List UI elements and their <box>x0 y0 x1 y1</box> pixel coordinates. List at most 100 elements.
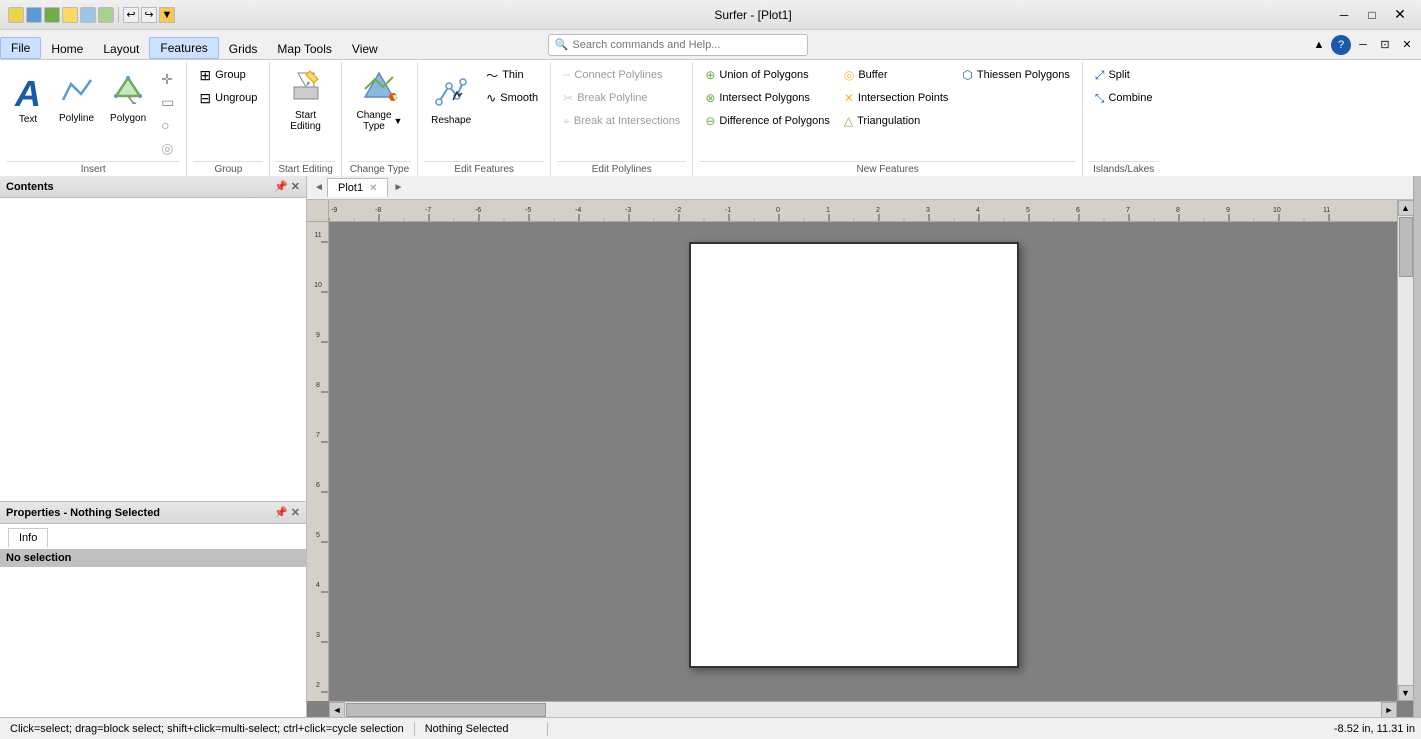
combine-label: Combine <box>1108 92 1152 104</box>
start-editing-button[interactable]: Start Editing <box>283 64 329 136</box>
thin-icon: 〜 <box>486 67 498 84</box>
tab-nav-left[interactable]: ◄ <box>311 176 327 199</box>
reshape-button[interactable]: Reshape <box>424 64 478 136</box>
insert-circle2-button[interactable]: ◎ <box>155 137 180 159</box>
toolbar-icon-1[interactable] <box>8 7 24 23</box>
intersection-points-button[interactable]: ✕ Intersection Points <box>838 87 955 109</box>
menu-maptools[interactable]: Map Tools <box>267 39 341 59</box>
scroll-up-button[interactable]: ▲ <box>1398 200 1414 216</box>
ribbon-group-group: ⊞ Group ⊟ Ungroup Group <box>187 62 270 177</box>
tab-nav-right[interactable]: ► <box>390 176 406 199</box>
insert-circle-button[interactable]: ○ <box>155 114 180 136</box>
menu-grids[interactable]: Grids <box>219 39 268 59</box>
redo-button[interactable]: ↪ <box>141 7 157 23</box>
minimize-button[interactable]: ─ <box>1331 5 1357 25</box>
toolbar-icon-3[interactable] <box>44 7 60 23</box>
toolbar-icon-6[interactable] <box>98 7 114 23</box>
connect-polylines-button[interactable]: ╌ Connect Polylines <box>557 64 686 86</box>
toolbar-icon-4[interactable] <box>62 7 78 23</box>
scroll-h-track[interactable] <box>345 702 1381 718</box>
svg-text:-3: -3 <box>625 207 631 214</box>
menu-home[interactable]: Home <box>41 39 93 59</box>
properties-close-icon[interactable]: ✕ <box>291 506 300 519</box>
insert-text-label: Text <box>19 114 37 125</box>
search-bar[interactable]: 🔍 <box>548 34 808 56</box>
contents-pin-icon[interactable]: 📌 <box>274 180 288 193</box>
group-button[interactable]: ⊞ Group <box>193 64 263 86</box>
connect-icon: ╌ <box>563 68 570 82</box>
scroll-down-button[interactable]: ▼ <box>1398 685 1414 701</box>
properties-panel: Properties - Nothing Selected 📌 ✕ Info N… <box>0 501 306 717</box>
insert-polyline-button[interactable]: Polyline <box>52 64 101 136</box>
ribbon-group-islandslakes: ⤢ Split ⤡ Combine Islands/Lakes <box>1083 62 1165 177</box>
svg-text:11: 11 <box>314 232 321 239</box>
islandslakes-col: ⤢ Split ⤡ Combine <box>1089 64 1159 109</box>
search-input[interactable] <box>572 39 800 51</box>
tab-close-icon[interactable]: ✕ <box>369 183 377 194</box>
contents-close-icon[interactable]: ✕ <box>291 180 300 193</box>
properties-pin-icon[interactable]: 📌 <box>274 506 288 519</box>
difference-polygons-button[interactable]: ⊖ Difference of Polygons <box>699 110 836 132</box>
ribbon-minimize-button[interactable]: ─ <box>1353 35 1373 55</box>
change-type-button[interactable]: ▼ ChangeType ▼ <box>350 64 410 136</box>
reshape-label: Reshape <box>431 115 471 126</box>
menu-features[interactable]: Features <box>149 37 218 59</box>
help-button[interactable]: ? <box>1331 35 1351 55</box>
ribbon-right-controls: ▲ ? ─ ⊡ ✕ <box>1309 35 1421 55</box>
svg-text:-9: -9 <box>331 207 337 214</box>
group-label: Group <box>215 69 246 81</box>
newfeatures-items: ⊕ Union of Polygons ⊗ Intersect Polygons… <box>699 64 1076 159</box>
svg-text:6: 6 <box>1076 207 1080 214</box>
svg-text:5: 5 <box>1026 207 1030 214</box>
plot-area[interactable] <box>329 222 1397 701</box>
group-col: ⊞ Group ⊟ Ungroup <box>193 64 263 109</box>
right-resize-handle[interactable] <box>1413 176 1421 717</box>
menu-view[interactable]: View <box>342 39 388 59</box>
change-type-label: ChangeType ▼ <box>357 110 403 132</box>
insert-polygon-button[interactable]: Polygon <box>103 64 153 136</box>
svg-text:4: 4 <box>316 582 320 589</box>
union-polygons-button[interactable]: ⊕ Union of Polygons <box>699 64 836 86</box>
scroll-v-track[interactable] <box>1398 216 1414 685</box>
ribbon-pin-button[interactable]: ✕ <box>1397 35 1417 55</box>
menu-layout[interactable]: Layout <box>93 39 149 59</box>
special-button[interactable]: ▼ <box>159 7 175 23</box>
intersect-polygons-button[interactable]: ⊗ Intersect Polygons <box>699 87 836 109</box>
plot1-tab[interactable]: Plot1 ✕ <box>327 178 388 197</box>
status-right: -8.52 in, 11.31 in <box>1334 723 1415 735</box>
smooth-button[interactable]: ∿ Smooth <box>480 87 544 109</box>
maximize-button[interactable]: □ <box>1359 5 1385 25</box>
menu-file[interactable]: File <box>0 37 41 59</box>
ribbon-options-button[interactable]: ⊡ <box>1375 35 1395 55</box>
svg-text:▼: ▼ <box>391 93 397 101</box>
scroll-v-thumb[interactable] <box>1399 217 1413 277</box>
close-button[interactable]: ✕ <box>1387 5 1413 25</box>
svg-text:9: 9 <box>1226 207 1230 214</box>
insert-rect-button[interactable]: ▭ <box>155 91 180 113</box>
scroll-left-button[interactable]: ◄ <box>329 702 345 718</box>
svg-text:10: 10 <box>314 282 322 289</box>
help-expand-button[interactable]: ▲ <box>1309 35 1329 55</box>
thiessen-button[interactable]: ⬡ Thiessen Polygons <box>956 64 1075 86</box>
undo-button[interactable]: ↩ <box>123 7 139 23</box>
combine-button[interactable]: ⤡ Combine <box>1089 87 1159 109</box>
break-polyline-button[interactable]: ✂ Break Polyline <box>557 87 686 109</box>
split-button[interactable]: ⤢ Split <box>1089 64 1159 86</box>
insert-cross-button[interactable]: ✛ <box>155 68 180 90</box>
toolbar-icon-2[interactable] <box>26 7 42 23</box>
scroll-h-thumb[interactable] <box>346 703 546 717</box>
app-title: Surfer - [Plot1] <box>175 8 1331 22</box>
buffer-button[interactable]: ◎ Buffer <box>838 64 955 86</box>
break-intersections-button[interactable]: ⌖ Break at Intersections <box>557 110 686 132</box>
properties-title: Properties - Nothing Selected <box>6 507 160 519</box>
vertical-scrollbar[interactable]: ▲ ▼ <box>1397 200 1413 701</box>
ungroup-button[interactable]: ⊟ Ungroup <box>193 87 263 109</box>
svg-text:9: 9 <box>316 332 320 339</box>
scroll-right-button[interactable]: ► <box>1381 702 1397 718</box>
info-tab[interactable]: Info <box>8 528 48 547</box>
horizontal-scrollbar[interactable]: ◄ ► <box>329 701 1397 717</box>
insert-text-button[interactable]: A Text <box>6 64 50 136</box>
thin-button[interactable]: 〜 Thin <box>480 64 544 86</box>
toolbar-icon-5[interactable] <box>80 7 96 23</box>
triangulation-button[interactable]: △ Triangulation <box>838 110 955 132</box>
